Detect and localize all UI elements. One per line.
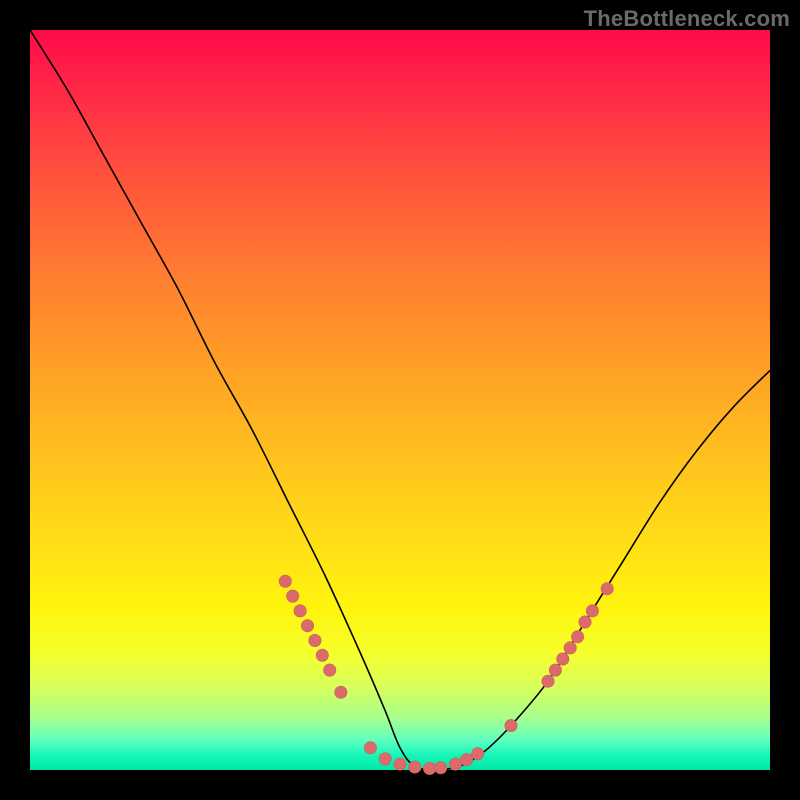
data-marker <box>549 664 561 676</box>
data-marker <box>571 631 583 643</box>
marker-group <box>279 575 613 775</box>
data-marker <box>564 642 576 654</box>
data-marker <box>394 758 406 770</box>
chart-stage: TheBottleneck.com <box>0 0 800 800</box>
data-marker <box>579 616 591 628</box>
data-marker <box>301 620 313 632</box>
data-marker <box>586 605 598 617</box>
data-marker <box>435 762 447 774</box>
data-marker <box>472 748 484 760</box>
data-marker <box>309 634 321 646</box>
data-marker <box>409 761 421 773</box>
data-marker <box>542 675 554 687</box>
data-marker <box>460 753 472 765</box>
data-marker <box>364 742 376 754</box>
data-marker <box>316 649 328 661</box>
data-marker <box>423 762 435 774</box>
data-marker <box>557 653 569 665</box>
data-marker <box>379 753 391 765</box>
data-marker <box>449 758 461 770</box>
data-marker <box>287 590 299 602</box>
data-marker <box>324 664 336 676</box>
plot-area <box>30 30 770 770</box>
data-marker <box>505 719 517 731</box>
bottleneck-curve <box>30 30 770 770</box>
data-marker <box>335 686 347 698</box>
chart-svg <box>30 30 770 770</box>
data-marker <box>279 575 291 587</box>
watermark-text: TheBottleneck.com <box>584 6 790 32</box>
data-marker <box>601 583 613 595</box>
data-marker <box>294 605 306 617</box>
